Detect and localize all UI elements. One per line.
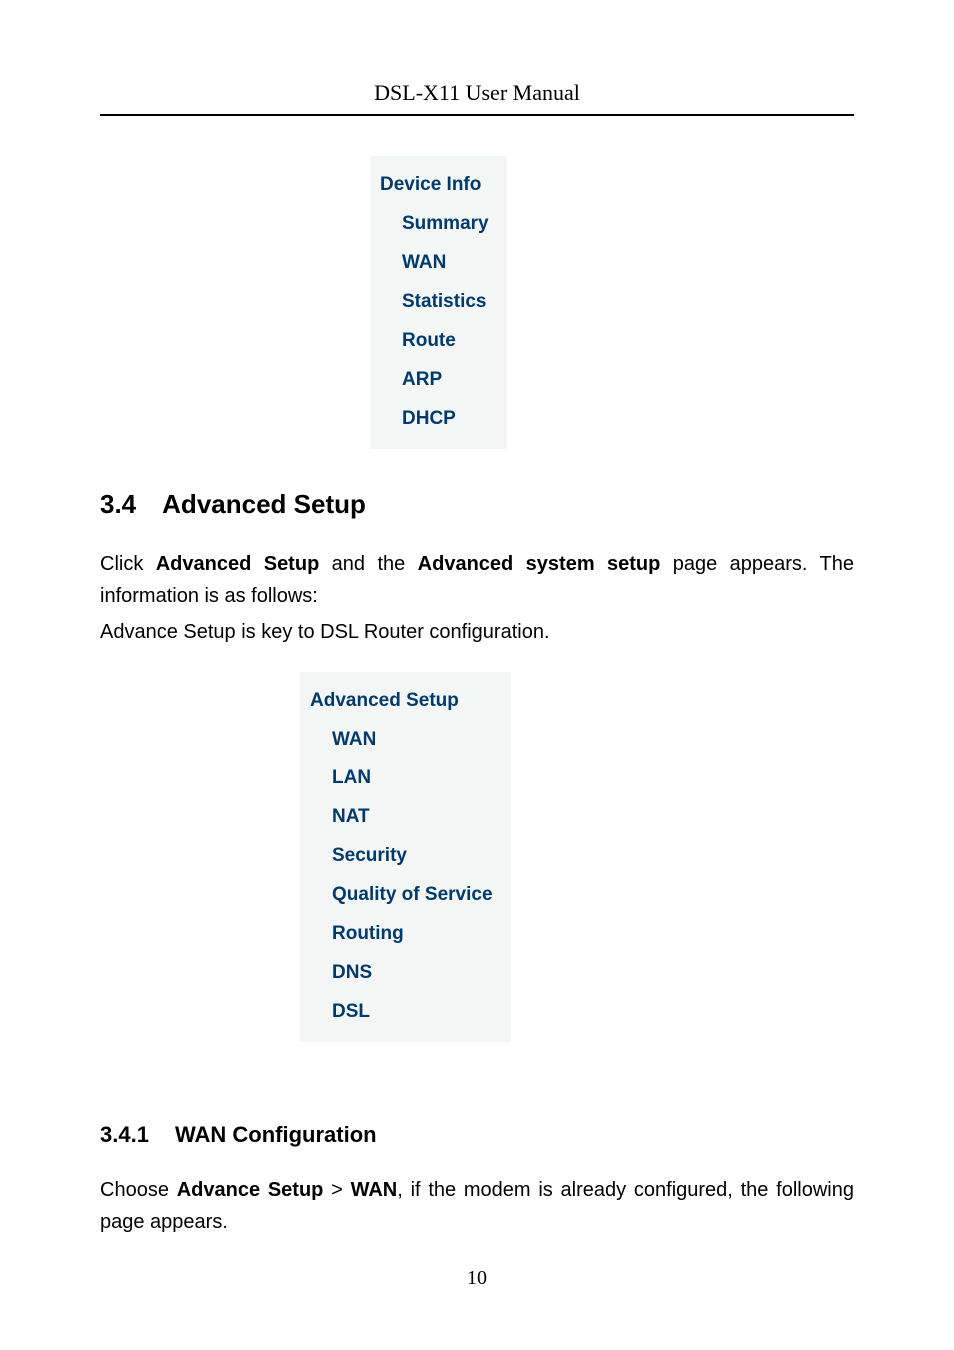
menu-item-wan[interactable]: WAN	[380, 244, 489, 283]
menu-item-adv-dsl[interactable]: DSL	[310, 993, 493, 1032]
menu-item-arp[interactable]: ARP	[380, 361, 489, 400]
device-info-menu: Device Info Summary WAN Statistics Route…	[370, 156, 507, 449]
section-3-4-heading: 3.4 Advanced Setup	[100, 489, 854, 520]
menu-item-adv-nat[interactable]: NAT	[310, 798, 493, 837]
section-title: Advanced Setup	[162, 489, 366, 519]
menu-title-device-info[interactable]: Device Info	[380, 166, 489, 205]
menu-item-statistics[interactable]: Statistics	[380, 283, 489, 322]
page-header: DSL-X11 User Manual	[100, 80, 854, 116]
menu-item-adv-qos[interactable]: Quality of Service	[310, 876, 493, 915]
menu-item-adv-security[interactable]: Security	[310, 837, 493, 876]
section-3-4-para1: Click Advanced Setup and the Advanced sy…	[100, 548, 854, 612]
section-number: 3.4	[100, 489, 136, 520]
advanced-setup-menu: Advanced Setup WAN LAN NAT Security Qual…	[300, 672, 511, 1042]
menu-item-adv-lan[interactable]: LAN	[310, 759, 493, 798]
menu-item-adv-dns[interactable]: DNS	[310, 954, 493, 993]
page-number: 10	[0, 1267, 954, 1290]
menu-title-advanced-setup[interactable]: Advanced Setup	[310, 682, 493, 721]
menu-item-route[interactable]: Route	[380, 322, 489, 361]
subsection-title: WAN Configuration	[175, 1122, 377, 1147]
section-3-4-1-heading: 3.4.1 WAN Configuration	[100, 1122, 854, 1148]
menu-item-summary[interactable]: Summary	[380, 205, 489, 244]
menu-item-dhcp[interactable]: DHCP	[380, 400, 489, 439]
subsection-number: 3.4.1	[100, 1122, 149, 1148]
menu-item-adv-routing[interactable]: Routing	[310, 915, 493, 954]
menu-item-adv-wan[interactable]: WAN	[310, 721, 493, 760]
section-3-4-1-para: Choose Advance Setup > WAN, if the modem…	[100, 1174, 854, 1238]
section-3-4-para2: Advance Setup is key to DSL Router confi…	[100, 616, 854, 648]
